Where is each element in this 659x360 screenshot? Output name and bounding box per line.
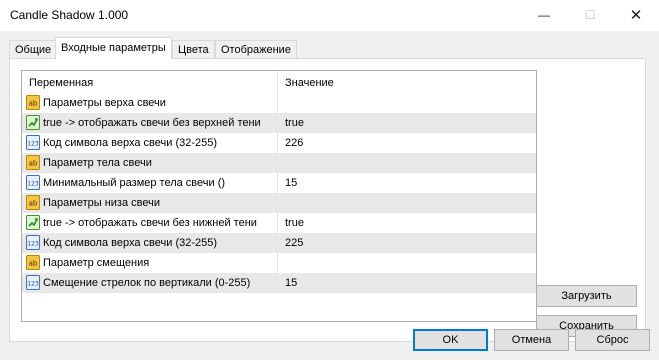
maximize-button: ☐ xyxy=(584,8,596,22)
tab-input-parameters[interactable]: Входные параметры xyxy=(55,37,172,59)
variable-cell: ab Параметры верха свечи xyxy=(22,93,278,113)
string-icon: ab xyxy=(26,255,40,270)
ok-button[interactable]: OK xyxy=(413,329,488,351)
int-icon: 123 xyxy=(26,135,40,150)
reset-button[interactable]: Сброс xyxy=(575,329,650,351)
table-row[interactable]: true -> отображать свечи без верхней тен… xyxy=(22,113,536,133)
table-row[interactable]: 123 Минимальный размер тела свечи () 15 xyxy=(22,173,536,193)
variable-cell: 123 Код символа верха свечи (32-255) xyxy=(22,133,278,153)
title-bar: Candle Shadow 1.000 — ☐ ✕ xyxy=(0,0,659,31)
load-button[interactable]: Загрузить xyxy=(536,285,637,307)
variable-cell: 123 Минимальный размер тела свечи () xyxy=(22,173,278,193)
variable-name: true -> отображать свечи без верхней тен… xyxy=(43,117,261,129)
value-cell[interactable]: 15 xyxy=(280,173,297,193)
svg-text:ab: ab xyxy=(29,260,38,268)
value-cell[interactable]: true xyxy=(280,213,304,233)
variable-cell: ab Параметры низа свечи xyxy=(22,193,278,213)
value-cell[interactable]: 225 xyxy=(280,233,303,253)
int-icon: 123 xyxy=(26,175,40,190)
variable-name: Параметр смещения xyxy=(43,257,150,269)
int-icon: 123 xyxy=(26,235,40,250)
variable-name: Минимальный размер тела свечи () xyxy=(43,177,226,189)
grid-header: Переменная Значение xyxy=(22,71,536,93)
tab-panel: Переменная Значение ab Параметры верха св… xyxy=(9,58,646,342)
tab-general[interactable]: Общие xyxy=(9,40,58,58)
svg-text:123: 123 xyxy=(27,181,39,188)
close-button[interactable]: ✕ xyxy=(613,0,659,31)
variable-cell: true -> отображать свечи без нижней тени xyxy=(22,213,278,233)
variable-cell: ab Параметр тела свечи xyxy=(22,153,278,173)
variable-name: Параметр тела свечи xyxy=(43,157,152,169)
parameters-grid: Переменная Значение ab Параметры верха св… xyxy=(21,70,537,322)
dialog-body: Общие Входные параметры Цвета Отображени… xyxy=(0,31,659,360)
variable-name: Смещение стрелок по вертикали (0-255) xyxy=(43,277,251,289)
table-row[interactable]: 123 Код символа верха свечи (32-255) 225 xyxy=(22,233,536,253)
table-row[interactable]: ab Параметр смещения xyxy=(22,253,536,273)
value-cell[interactable]: 15 xyxy=(280,273,297,293)
svg-text:123: 123 xyxy=(27,241,39,248)
variable-name: Параметры низа свечи xyxy=(43,197,160,209)
svg-text:123: 123 xyxy=(27,281,39,288)
cancel-button[interactable]: Отмена xyxy=(494,329,569,351)
svg-text:123: 123 xyxy=(27,141,39,148)
svg-text:ab: ab xyxy=(29,100,38,108)
table-row[interactable]: 123 Смещение стрелок по вертикали (0-255)… xyxy=(22,273,536,293)
table-row[interactable]: ab Параметр тела свечи xyxy=(22,153,536,173)
value-cell[interactable]: true xyxy=(280,113,304,133)
variable-cell: 123 Код символа верха свечи (32-255) xyxy=(22,233,278,253)
value-cell[interactable]: 226 xyxy=(280,133,303,153)
table-row[interactable]: ab Параметры верха свечи xyxy=(22,93,536,113)
bool-icon xyxy=(26,115,40,130)
bool-icon xyxy=(26,215,40,230)
variable-name: Код символа верха свечи (32-255) xyxy=(43,137,218,149)
string-icon: ab xyxy=(26,155,40,170)
string-icon: ab xyxy=(26,95,40,110)
variable-cell: true -> отображать свечи без верхней тен… xyxy=(22,113,278,133)
variable-name: Код символа верха свечи (32-255) xyxy=(43,237,218,249)
table-row[interactable]: 123 Код символа верха свечи (32-255) 226 xyxy=(22,133,536,153)
variable-name: true -> отображать свечи без нижней тени xyxy=(43,217,257,229)
table-row[interactable]: ab Параметры низа свечи xyxy=(22,193,536,213)
column-header-value[interactable]: Значение xyxy=(280,71,334,93)
svg-text:ab: ab xyxy=(29,200,38,208)
minimize-button[interactable]: — xyxy=(521,0,567,31)
string-icon: ab xyxy=(26,195,40,210)
variable-cell: ab Параметр смещения xyxy=(22,253,278,273)
column-header-variable[interactable]: Переменная xyxy=(22,71,278,93)
variable-cell: 123 Смещение стрелок по вертикали (0-255) xyxy=(22,273,278,293)
int-icon: 123 xyxy=(26,275,40,290)
tab-display[interactable]: Отображение xyxy=(215,40,297,58)
tab-colors[interactable]: Цвета xyxy=(172,40,215,58)
svg-text:ab: ab xyxy=(29,160,38,168)
window-title: Candle Shadow 1.000 xyxy=(10,8,129,22)
table-row[interactable]: true -> отображать свечи без нижней тени… xyxy=(22,213,536,233)
variable-name: Параметры верха свечи xyxy=(43,97,166,109)
